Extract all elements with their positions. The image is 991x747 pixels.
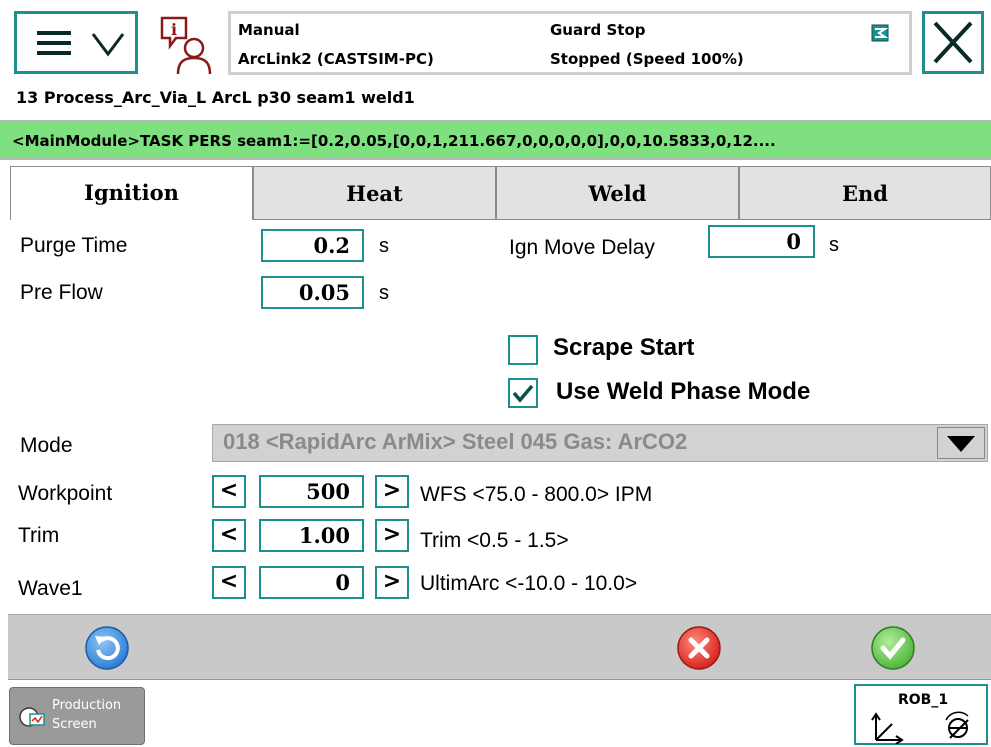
quickset-robot-button[interactable]: ROB_1 [854,684,988,745]
production-screen-icon [19,707,45,727]
operating-mode: Manual [238,21,300,39]
close-icon [933,21,973,64]
wave1-range: UltimArc <-10.0 - 10.0> [420,572,638,595]
ok-icon[interactable] [870,625,916,671]
pre-flow-field[interactable]: 0.05 [261,276,364,309]
trim-increment-button[interactable]: > [375,519,409,552]
pre-flow-label: Pre Flow [20,281,103,304]
jog-coordinates-icon [871,711,969,744]
workpoint-increment-button[interactable]: > [375,475,409,508]
pre-flow-unit: s [379,282,389,304]
wave1-label: Wave1 [18,577,83,600]
triangle-down-icon [947,436,975,452]
close-button[interactable] [922,11,984,74]
wave1-increment-button[interactable]: > [375,566,409,599]
use-weld-phase-mode-label: Use Weld Phase Mode [556,378,811,405]
mode-select[interactable]: 018 <RapidArc ArMix> Steel 045 Gas: ArCO… [212,424,988,462]
guard-status: Guard Stop [550,21,646,39]
tab-end[interactable]: End [739,166,991,220]
trim-range: Trim <0.5 - 1.5> [420,529,569,552]
pers-declaration-text: <MainModule>TASK PERS seam1:=[0.2,0.05,[… [12,132,776,150]
workpoint-value-field[interactable]: 500 [259,475,364,508]
chevron-down-icon [91,33,125,57]
production-label-line1: Production [52,698,122,713]
trim-label: Trim [18,524,60,547]
tab-ignition[interactable]: Ignition [10,166,253,220]
purge-time-label: Purge Time [20,234,128,257]
trim-value-field[interactable]: 1.00 [259,519,364,552]
event-log-icon: i [160,16,212,75]
purge-time-unit: s [379,235,389,257]
program-status-icon [871,24,889,42]
scrape-start-checkbox[interactable] [508,335,538,365]
tab-weld[interactable]: Weld [496,166,739,220]
wave1-decrement-button[interactable]: < [212,566,246,599]
cancel-icon[interactable] [676,625,722,671]
run-status: Stopped (Speed 100%) [550,50,744,68]
phase-tabs: Ignition Heat Weld End [10,166,991,220]
taskbar [0,681,991,747]
production-screen-button[interactable]: Production Screen [9,687,145,745]
purge-time-field[interactable]: 0.2 [261,229,364,262]
dropdown-arrow[interactable] [937,427,985,459]
status-panel[interactable]: Manual ArcLink2 (CASTSIM-PC) Guard Stop … [228,11,912,75]
ign-move-delay-field[interactable]: 0 [708,225,815,258]
main-menu-button[interactable] [14,11,138,74]
checkmark-icon [512,384,534,403]
ign-move-delay-label: Ign Move Delay [509,236,655,259]
mode-selected-value: 018 <RapidArc ArMix> Steel 045 Gas: ArCO… [223,429,688,454]
mode-label: Mode [20,434,73,457]
hamburger-menu-icon [37,31,71,55]
pers-declaration-bar: <MainModule>TASK PERS seam1:=[0.2,0.05,[… [0,120,991,160]
production-label-line2: Screen [52,717,97,732]
command-bar [8,614,991,680]
ign-move-delay-unit: s [829,234,839,256]
routine-instruction: 13 Process_Arc_Via_L ArcL p30 seam1 weld… [16,88,415,107]
use-weld-phase-mode-checkbox[interactable] [508,378,538,408]
wave1-value-field[interactable]: 0 [259,566,364,599]
trim-decrement-button[interactable]: < [212,519,246,552]
ignition-panel [10,220,991,614]
tab-heat[interactable]: Heat [253,166,496,220]
scrape-start-label: Scrape Start [553,334,695,361]
refresh-icon[interactable] [84,625,130,671]
workpoint-decrement-button[interactable]: < [212,475,246,508]
robot-name: ROB_1 [898,692,949,708]
svg-text:i: i [171,20,177,39]
event-log-button[interactable]: i [158,14,218,76]
workpoint-range: WFS <75.0 - 800.0> IPM [420,483,653,506]
workpoint-label: Workpoint [18,482,113,505]
controller-name: ArcLink2 (CASTSIM-PC) [238,50,434,68]
